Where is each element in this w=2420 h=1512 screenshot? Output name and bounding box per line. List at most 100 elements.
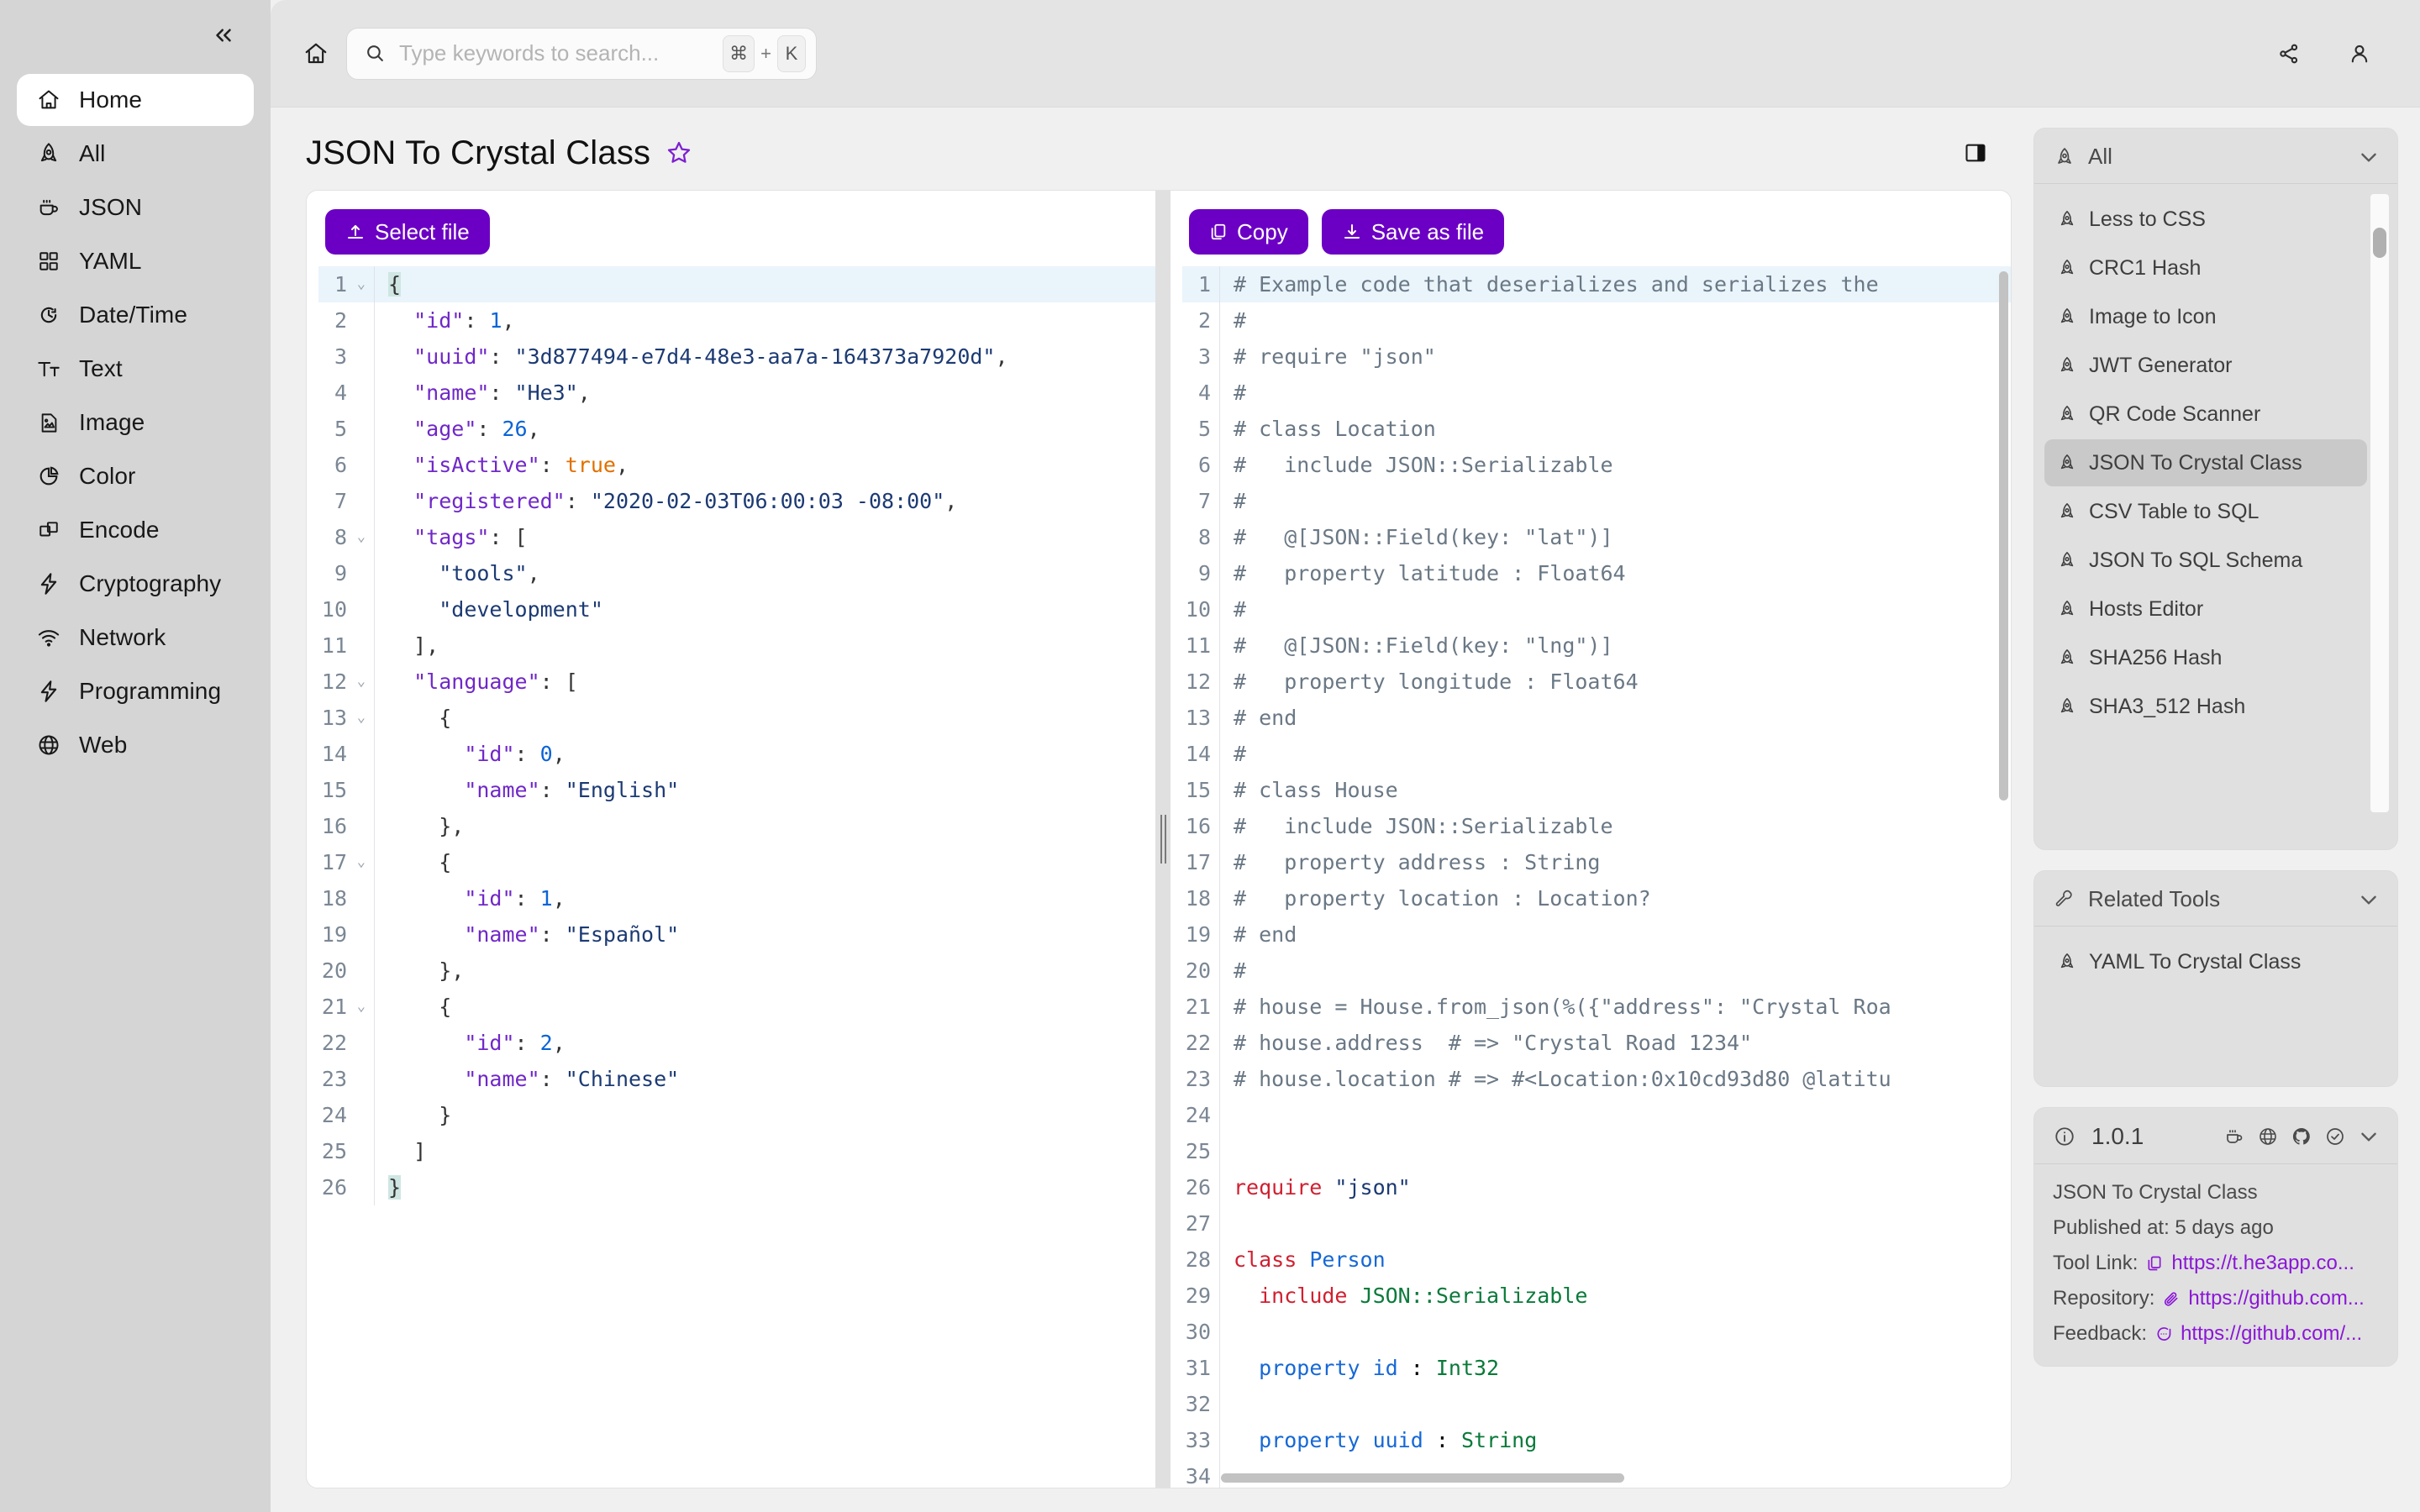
pie-icon bbox=[35, 463, 62, 490]
home-icon[interactable] bbox=[294, 32, 338, 76]
left-sidebar: Home All JSON YAML Date/Time Text Image … bbox=[0, 0, 271, 1512]
share-icon[interactable] bbox=[2270, 35, 2307, 72]
line-number: 5 bbox=[1197, 417, 1211, 441]
collapse-sidebar-icon[interactable] bbox=[207, 18, 240, 52]
line-number: 10 bbox=[321, 597, 347, 622]
line-number: 31 bbox=[1185, 1356, 1211, 1380]
all-tools-card-header[interactable]: All bbox=[2034, 129, 2397, 184]
related-tools-card-header[interactable]: Related Tools bbox=[2034, 871, 2397, 927]
sidebar-item-json[interactable]: JSON bbox=[17, 181, 254, 234]
fold-toggle-icon[interactable]: ⌄ bbox=[352, 519, 366, 555]
fold-toggle-icon[interactable]: ⌄ bbox=[352, 266, 366, 302]
all-tool-item[interactable]: CSV Table to SQL bbox=[2044, 488, 2367, 535]
code-line: "name": "Español" bbox=[464, 922, 680, 947]
wifi-icon bbox=[35, 624, 62, 651]
all-tools-scroll-track[interactable] bbox=[2370, 194, 2389, 812]
github-icon[interactable] bbox=[2290, 1125, 2313, 1148]
crystal-horizontal-scrollbar[interactable] bbox=[1221, 1473, 1624, 1483]
search-input[interactable] bbox=[399, 40, 712, 66]
check-circle-icon[interactable] bbox=[2323, 1125, 2347, 1148]
code-line: ], bbox=[413, 633, 439, 658]
sidebar-item-text[interactable]: Text bbox=[17, 343, 254, 395]
sidebar-item-web[interactable]: Web bbox=[17, 719, 254, 771]
coffee-icon bbox=[35, 194, 62, 221]
all-tool-item[interactable]: JSON To Crystal Class bbox=[2044, 439, 2367, 486]
sidebar-item-all[interactable]: All bbox=[17, 128, 254, 180]
user-icon[interactable] bbox=[2341, 35, 2378, 72]
related-tool-item[interactable]: YAML To Crystal Class bbox=[2044, 938, 2367, 985]
crystal-code-scroll[interactable]: 1 2 3 4 5 6 7 8 9 10 11 12 13 14 15 16 17 18 19 20 21 22 23 24 2… bbox=[1171, 266, 2011, 1488]
sidebar-item-datetime[interactable]: Date/Time bbox=[17, 289, 254, 341]
sidebar-item-image[interactable]: Image bbox=[17, 396, 254, 449]
code-line: ] bbox=[413, 1139, 427, 1163]
all-tool-item[interactable]: Image to Icon bbox=[2044, 293, 2367, 340]
star-icon[interactable] bbox=[664, 138, 694, 168]
crystal-vertical-scrollbar[interactable] bbox=[1999, 271, 2008, 801]
fold-toggle-icon[interactable]: ⌄ bbox=[352, 664, 366, 700]
sidebar-item-cryptography[interactable]: Cryptography bbox=[17, 558, 254, 610]
fold-toggle-icon[interactable]: ⌄ bbox=[352, 700, 366, 736]
pane-splitter[interactable] bbox=[1155, 191, 1171, 1488]
all-tool-item[interactable]: QR Code Scanner bbox=[2044, 391, 2367, 438]
rocket-icon bbox=[35, 140, 62, 167]
line-number: 14 bbox=[321, 742, 347, 766]
all-tool-item[interactable]: Less to CSS bbox=[2044, 196, 2367, 243]
chevron-down-icon[interactable] bbox=[2357, 888, 2381, 911]
search-icon bbox=[362, 41, 387, 66]
code-line: # house.location # => #<Location:0x10cd9… bbox=[1234, 1067, 1891, 1091]
save-as-file-button[interactable]: Save as file bbox=[1321, 209, 1505, 255]
feedback-link[interactable]: https://github.com/... bbox=[2154, 1322, 2362, 1346]
sidebar-item-label: Web bbox=[79, 732, 128, 758]
globe-icon bbox=[35, 732, 62, 759]
search-box[interactable]: ⌘ + K bbox=[346, 27, 817, 80]
crystal-code-body[interactable]: # Example code that deserializes and ser… bbox=[1219, 266, 2011, 1488]
code-line: class Person bbox=[1234, 1247, 1386, 1272]
all-tool-item[interactable]: SHA3_512 Hash bbox=[2044, 683, 2367, 730]
tool-info-feedback-row: Feedback: https://github.com/... bbox=[2053, 1322, 2379, 1346]
coffee-icon[interactable] bbox=[2223, 1125, 2246, 1148]
code-line: "id": 0, bbox=[464, 742, 566, 766]
code-line: "uuid": "3d877494-e7d4-48e3-aa7a-164373a… bbox=[413, 344, 1008, 369]
tool-link[interactable]: https://t.he3app.co... bbox=[2144, 1252, 2354, 1275]
chevron-down-icon[interactable] bbox=[2357, 1125, 2381, 1148]
line-number: 15 bbox=[321, 778, 347, 802]
all-tool-item[interactable]: JSON To SQL Schema bbox=[2044, 537, 2367, 584]
line-number: 19 bbox=[1185, 922, 1211, 947]
fold-toggle-icon[interactable]: ⌄ bbox=[352, 844, 366, 880]
kbd-plus: + bbox=[760, 42, 771, 64]
line-number: 18 bbox=[1185, 886, 1211, 911]
bolt-icon bbox=[35, 678, 62, 705]
fold-toggle-icon[interactable]: ⌄ bbox=[352, 989, 366, 1025]
line-number: 34 bbox=[1185, 1464, 1211, 1488]
json-code-body[interactable]: { "id": 1, "uuid": "3d877494-e7d4-48e3-a… bbox=[374, 266, 1155, 1205]
all-tools-scroll-thumb[interactable] bbox=[2373, 228, 2386, 258]
chevron-down-icon[interactable] bbox=[2357, 145, 2381, 169]
panel-right-icon[interactable] bbox=[1958, 135, 1993, 171]
code-line: { bbox=[439, 995, 452, 1019]
line-number: 4 bbox=[334, 381, 347, 405]
wrench-icon bbox=[2053, 888, 2076, 911]
json-code-scroll[interactable]: 1 ⌄ 2 3 4 5 6 7 8 ⌄ 9 10 11 12 ⌄ 13 ⌄ 14 15 16 17 ⌄ 18 19 20 21 ⌄ 2… bbox=[307, 266, 1155, 1488]
sidebar-item-encode[interactable]: Encode bbox=[17, 504, 254, 556]
globe-icon[interactable] bbox=[2256, 1125, 2280, 1148]
rocket-icon bbox=[2056, 696, 2078, 717]
all-tool-item[interactable]: CRC1 Hash bbox=[2044, 244, 2367, 291]
crystal-code-wrap: 1 2 3 4 5 6 7 8 9 10 11 12 13 14 15 16 17 18 19 20 21 22 23 24 2… bbox=[1171, 266, 2011, 1488]
all-tool-item[interactable]: JWT Generator bbox=[2044, 342, 2367, 389]
copy-button[interactable]: Copy bbox=[1189, 209, 1308, 255]
code-line: property id : Int32 bbox=[1259, 1356, 1500, 1380]
all-tool-label: CSV Table to SQL bbox=[2089, 499, 2260, 523]
repository-link[interactable]: https://github.com... bbox=[2161, 1287, 2365, 1310]
sidebar-item-programming[interactable]: Programming bbox=[17, 665, 254, 717]
select-file-button[interactable]: Select file bbox=[325, 209, 490, 255]
sidebar-item-color[interactable]: Color bbox=[17, 450, 254, 502]
sidebar-item-yaml[interactable]: YAML bbox=[17, 235, 254, 287]
line-number: 7 bbox=[1197, 489, 1211, 513]
code-line: "registered": "2020-02-03T06:00:03 -08:0… bbox=[413, 489, 958, 513]
sidebar-item-home[interactable]: Home bbox=[17, 74, 254, 126]
sidebar-item-network[interactable]: Network bbox=[17, 612, 254, 664]
rocket-icon bbox=[2056, 951, 2078, 973]
all-tool-item[interactable]: SHA256 Hash bbox=[2044, 634, 2367, 681]
all-tool-item[interactable]: Hosts Editor bbox=[2044, 585, 2367, 633]
tool-info-card-header[interactable]: 1.0.1 bbox=[2034, 1108, 2397, 1164]
